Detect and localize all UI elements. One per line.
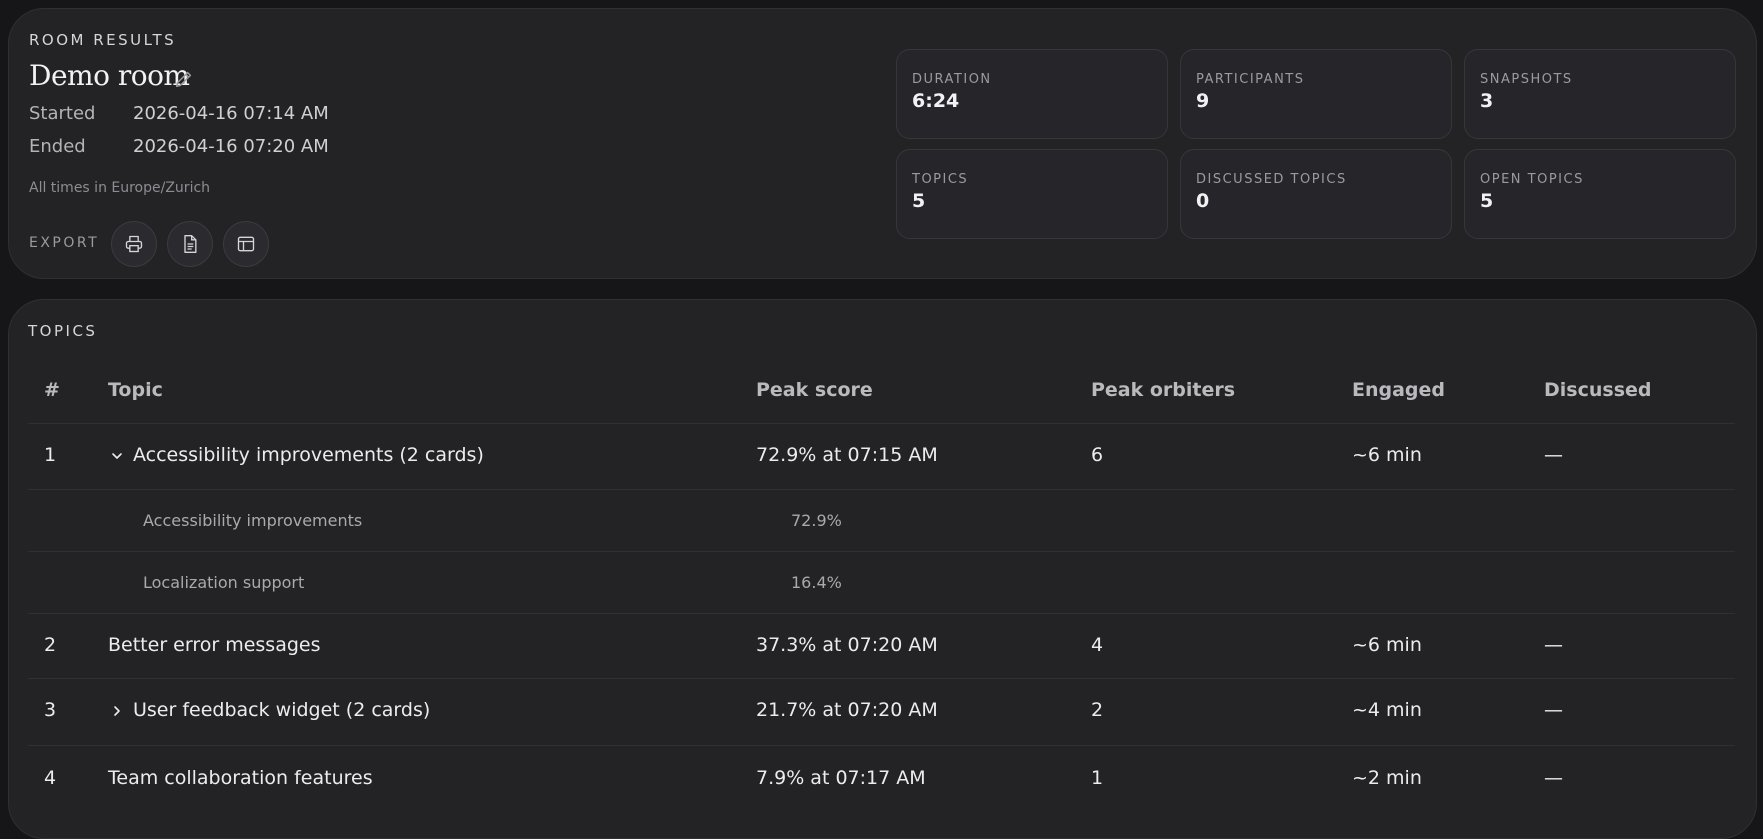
topic-name: User feedback widget (2 cards) [133,699,431,721]
chevron-right-icon[interactable] [110,704,124,718]
row-number: 4 [44,767,57,789]
engaged-time: ~2 min [1352,767,1422,789]
export-print-button[interactable] [111,221,157,267]
peak-orbiters: 1 [1091,767,1104,789]
column-header-peak-orbiters[interactable]: Peak orbiters [1091,379,1235,401]
discussed-value: — [1544,634,1563,656]
engaged-time: ~4 min [1352,699,1422,721]
topic-name: Better error messages [108,634,321,656]
column-header-topic[interactable]: Topic [108,379,163,401]
document-icon [184,235,197,253]
spreadsheet-icon [237,236,255,252]
column-header-peak-score[interactable]: Peak score [756,379,873,401]
stat-label: SNAPSHOTS [1480,72,1573,87]
stat-label: DISCUSSED TOPICS [1196,172,1347,187]
row-divider [28,423,1735,424]
stat-value: 0 [1196,190,1210,212]
stat-card-snapshots: SNAPSHOTS 3 [1464,49,1736,139]
edit-pencil-icon[interactable] [173,68,195,90]
peak-orbiters: 6 [1091,444,1104,466]
engaged-time: ~6 min [1352,444,1422,466]
topics-section-label: TOPICS [28,322,98,340]
row-divider [28,551,1735,552]
discussed-value: — [1544,699,1563,721]
peak-score: 72.9% at 07:15 AM [756,444,938,466]
stat-label: PARTICIPANTS [1196,72,1305,87]
stat-label: TOPICS [912,172,969,187]
discussed-value: — [1544,767,1563,789]
discussed-value: — [1544,444,1563,466]
printer-icon [125,235,143,253]
ended-label: Ended [29,136,86,157]
room-results-panel: ROOM RESULTS Demo room Started 2026-04-1… [8,8,1757,279]
peak-score: 7.9% at 07:17 AM [756,767,926,789]
stat-card-duration: DURATION 6:24 [896,49,1168,139]
row-divider [28,678,1735,679]
export-label: EXPORT [29,235,100,251]
peak-score: 37.3% at 07:20 AM [756,634,938,656]
stat-card-topics: TOPICS 5 [896,149,1168,239]
row-divider [28,489,1735,490]
room-name-title: Demo room [29,59,190,92]
stat-value: 6:24 [912,90,960,112]
export-document-button[interactable] [167,221,213,267]
stat-value: 5 [1480,190,1494,212]
chevron-down-icon[interactable] [110,449,124,463]
column-header-engaged[interactable]: Engaged [1352,379,1445,401]
card-name: Accessibility improvements [143,511,363,530]
engaged-time: ~6 min [1352,634,1422,656]
stat-card-discussed-topics: DISCUSSED TOPICS 0 [1180,149,1452,239]
card-score: 72.9% [791,511,842,530]
started-label: Started [29,103,96,124]
row-number: 1 [44,444,57,466]
card-name: Localization support [143,573,305,592]
row-number: 3 [44,699,57,721]
stat-value: 9 [1196,90,1210,112]
stat-label: DURATION [912,72,992,87]
row-divider [28,745,1735,746]
column-header-discussed[interactable]: Discussed [1544,379,1652,401]
peak-score: 21.7% at 07:20 AM [756,699,938,721]
stat-label: OPEN TOPICS [1480,172,1584,187]
ended-value: 2026-04-16 07:20 AM [133,136,329,157]
peak-orbiters: 4 [1091,634,1104,656]
topics-panel [8,299,1757,839]
topic-name: Accessibility improvements (2 cards) [133,444,484,466]
export-spreadsheet-button[interactable] [223,221,269,267]
column-header-number: # [44,379,60,401]
row-number: 2 [44,634,57,656]
card-score: 16.4% [791,573,842,592]
stat-value: 5 [912,190,926,212]
stat-card-open-topics: OPEN TOPICS 5 [1464,149,1736,239]
topic-name: Team collaboration features [108,767,373,789]
started-value: 2026-04-16 07:14 AM [133,103,329,124]
timezone-note: All times in Europe/Zurich [29,180,211,196]
room-results-label: ROOM RESULTS [29,31,177,49]
peak-orbiters: 2 [1091,699,1104,721]
stat-value: 3 [1480,90,1494,112]
row-divider [28,613,1735,614]
stat-card-participants: PARTICIPANTS 9 [1180,49,1452,139]
